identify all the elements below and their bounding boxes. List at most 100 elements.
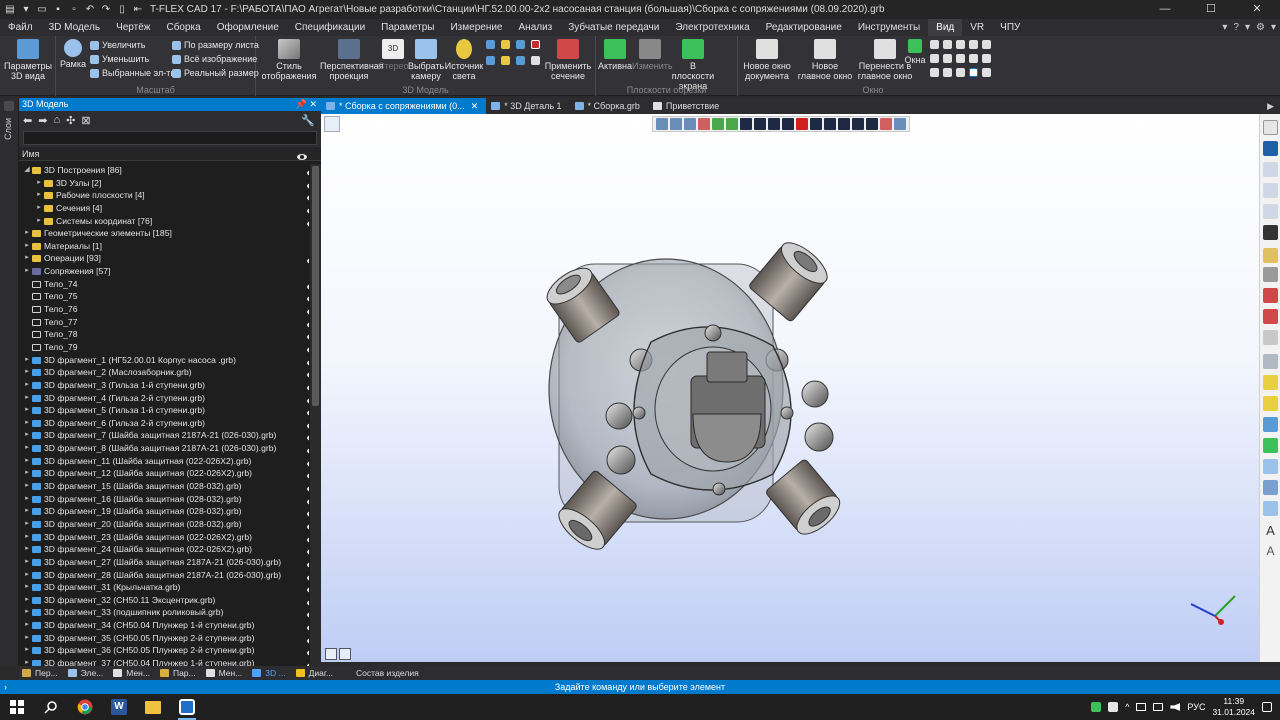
split-vertical-icon[interactable]: [339, 648, 351, 660]
tab-assembly-grb[interactable]: * Сборка.grb: [570, 98, 648, 114]
tabs-overflow-icon[interactable]: ▶: [1267, 98, 1274, 114]
expand-icon[interactable]: ▸: [23, 379, 31, 392]
taskbar-chrome[interactable]: [68, 694, 102, 720]
layout-icon[interactable]: [943, 68, 952, 77]
expand-icon[interactable]: ▸: [23, 594, 31, 607]
layout-icon[interactable]: [969, 40, 978, 49]
layout-icon[interactable]: [930, 54, 939, 63]
view-front-icon[interactable]: [486, 40, 495, 49]
expand-icon[interactable]: ▸: [23, 366, 31, 379]
tree-item[interactable]: ▸ 3D Узлы [2]: [19, 177, 309, 190]
expand-icon[interactable]: ✣: [66, 114, 75, 127]
maximize-button[interactable]: ☐: [1188, 0, 1234, 19]
green-cube-icon[interactable]: [1263, 438, 1278, 453]
tab-welcome[interactable]: Приветствие: [648, 98, 727, 114]
fit-sheet-button[interactable]: По размеру листа: [172, 40, 259, 50]
menu-analysis[interactable]: Анализ: [511, 19, 561, 36]
magnet-icon[interactable]: [1263, 141, 1278, 156]
language-indicator[interactable]: РУС: [1187, 702, 1205, 712]
bottom-tab[interactable]: Пар...: [157, 666, 203, 680]
clipping-active-button[interactable]: Активна: [598, 39, 632, 71]
tree-item[interactable]: ▸ Рабочие плоскости [4]: [19, 189, 309, 202]
layers-tab[interactable]: Слои: [3, 118, 13, 140]
minimize-button[interactable]: —: [1142, 0, 1188, 19]
new-doc-window-button[interactable]: Новое окно документа: [740, 39, 794, 81]
expand-icon[interactable]: ▸: [23, 455, 31, 468]
expand-icon[interactable]: ▸: [23, 569, 31, 582]
dropdown-icon[interactable]: ▾: [1245, 19, 1250, 36]
layout-icon[interactable]: [982, 40, 991, 49]
params-3d-view-button[interactable]: Параметры 3D вида: [3, 39, 53, 81]
tree-item[interactable]: ▸ 3D фрагмент_35 (СН50.05 Плунжер 2-й сту…: [19, 632, 309, 645]
tree-item[interactable]: Тело_75: [19, 290, 309, 303]
tab-3d-part[interactable]: * 3D Деталь 1: [486, 98, 569, 114]
expand-icon[interactable]: ▸: [23, 505, 31, 518]
expand-icon[interactable]: ▸: [23, 480, 31, 493]
menu-drawing[interactable]: Чертёж: [108, 19, 158, 36]
measure-icon[interactable]: [1263, 248, 1278, 263]
expand-icon[interactable]: ▸: [23, 404, 31, 417]
expand-icon[interactable]: ▸: [23, 581, 31, 594]
tree-item[interactable]: ▸ 3D фрагмент_16 (Шайба защитная (028-032…: [19, 493, 309, 506]
cylinder-bottom-right[interactable]: [765, 458, 846, 540]
view-left-icon[interactable]: [516, 40, 525, 49]
layers-icon[interactable]: [1263, 501, 1278, 516]
scrollbar-thumb[interactable]: [312, 166, 319, 406]
column-header[interactable]: Имя: [19, 147, 321, 161]
layout-icon[interactable]: [943, 54, 952, 63]
windows-button[interactable]: Окна: [902, 39, 928, 65]
tree-item[interactable]: ▸ 3D фрагмент_12 (Шайба защитная (022-026…: [19, 467, 309, 480]
tree-item[interactable]: ▸ 3D фрагмент_37 (СН50.04 Плунжер 1-й сту…: [19, 657, 309, 666]
tree-item[interactable]: ▸ 3D фрагмент_28 (Шайба защитная 2187А-21…: [19, 569, 309, 582]
cube-icon[interactable]: [1263, 354, 1278, 369]
expand-icon[interactable]: ▸: [23, 644, 31, 657]
menu-parameters[interactable]: Параметры: [373, 19, 442, 36]
tree-item[interactable]: ▸ Операции [93]: [19, 252, 309, 265]
windows-start-button[interactable]: [0, 694, 34, 720]
expand-icon[interactable]: ▸: [23, 240, 31, 253]
layout-icon[interactable]: [982, 54, 991, 63]
plane-icon[interactable]: [1263, 330, 1278, 345]
menu-vr[interactable]: VR: [962, 19, 992, 36]
tree-item[interactable]: ▸ 3D фрагмент_4 (Гильза 2-й ступени.grb): [19, 392, 309, 405]
expand-icon[interactable]: ▸: [35, 202, 43, 215]
open-file-icon[interactable]: ▾: [20, 4, 32, 16]
bottom-tab[interactable]: Диаг...: [293, 666, 340, 680]
zoom-out-button[interactable]: Уменьшить: [90, 54, 149, 64]
new-main-window-button[interactable]: Новое главное окно: [796, 39, 854, 81]
zoom-in-icon[interactable]: [1263, 183, 1278, 198]
forward-arrow-icon[interactable]: ➡: [38, 114, 47, 127]
in-screen-plane-button[interactable]: В плоскости экрана: [668, 39, 718, 91]
pump-assembly-model[interactable]: [321, 114, 1259, 662]
layout-icon[interactable]: [956, 40, 965, 49]
expand-icon[interactable]: ▸: [23, 518, 31, 531]
print-icon[interactable]: ▫: [68, 4, 80, 16]
menu-gears[interactable]: Зубчатые передачи: [560, 19, 667, 36]
menu-3d-model[interactable]: 3D Модель: [41, 19, 108, 36]
view-back-icon[interactable]: [486, 56, 495, 65]
export-icon[interactable]: [1263, 459, 1278, 474]
menu-specifications[interactable]: Спецификации: [287, 19, 373, 36]
tree-item[interactable]: ▸ Геометрические элементы [185]: [19, 227, 309, 240]
help-icon[interactable]: ?: [1233, 19, 1239, 36]
tree-item[interactable]: ▸ 3D фрагмент_5 (Гильза 1-й ступени.grb): [19, 404, 309, 417]
back-arrow-icon[interactable]: ⬅: [23, 114, 32, 127]
layout-icon[interactable]: [930, 40, 939, 49]
expand-icon[interactable]: ▸: [23, 543, 31, 556]
perspective-button[interactable]: Перспективная проекция: [320, 39, 384, 81]
tree-item[interactable]: ▸ 3D фрагмент_33 (подшипник роликовый.grb…: [19, 606, 309, 619]
tree-item[interactable]: ▸ 3D фрагмент_20 (Шайба защитная (028-032…: [19, 518, 309, 531]
expand-icon[interactable]: ▸: [23, 252, 31, 265]
tree-item[interactable]: Тело_78: [19, 328, 309, 341]
layout-icon[interactable]: [956, 68, 965, 77]
document-icon[interactable]: ▯: [116, 4, 128, 16]
close-icon[interactable]: ✕: [309, 99, 317, 109]
frame-button[interactable]: Рамка: [58, 39, 88, 69]
bottom-tab[interactable]: Мен...: [110, 666, 157, 680]
menu-measurement[interactable]: Измерение: [442, 19, 510, 36]
taskbar-search-button[interactable]: [34, 694, 68, 720]
view-iso-icon[interactable]: [531, 40, 540, 49]
text-style-icon[interactable]: A: [1263, 544, 1278, 559]
tree-item[interactable]: ▸ Сечения [4]: [19, 202, 309, 215]
pin-icon[interactable]: 📌: [296, 99, 307, 109]
